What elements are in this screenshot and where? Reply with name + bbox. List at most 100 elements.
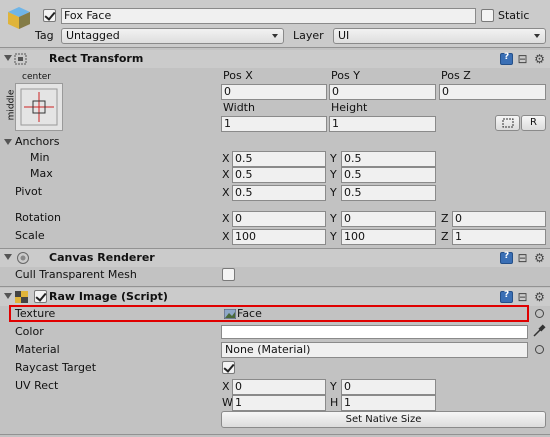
pos-y-field[interactable]: 0 xyxy=(329,84,436,100)
active-checkbox[interactable] xyxy=(43,9,56,22)
uv-h-label: H xyxy=(330,396,339,409)
static-checkbox[interactable] xyxy=(481,9,494,22)
layer-dropdown-value: UI xyxy=(338,29,350,42)
pos-z-field[interactable]: 0 xyxy=(439,84,546,100)
height-label: Height xyxy=(331,101,368,114)
material-field[interactable]: None (Material) xyxy=(221,342,528,358)
cull-transparent-mesh-checkbox[interactable] xyxy=(222,268,235,281)
tag-dropdown[interactable]: Untagged xyxy=(61,28,284,44)
pivot-y-field[interactable]: 0.5 xyxy=(341,185,436,201)
max-x-label: X xyxy=(222,168,230,181)
max-y-field[interactable]: 0.5 xyxy=(341,167,436,183)
pivot-label: Pivot xyxy=(15,185,43,198)
canvas-renderer-header[interactable]: Canvas Renderer ⊟ ⚙ xyxy=(0,249,550,267)
rect-transform-title: Rect Transform xyxy=(49,52,144,65)
settings-gear-icon[interactable]: ⚙ xyxy=(533,252,546,264)
help-book-icon[interactable] xyxy=(500,290,513,303)
raycast-target-label: Raycast Target xyxy=(15,361,97,374)
preset-icon[interactable]: ⊟ xyxy=(516,53,529,65)
scale-y-label: Y xyxy=(330,230,337,243)
min-x-label: X xyxy=(222,152,230,165)
object-picker-icon[interactable] xyxy=(535,345,544,354)
raw-image-icon xyxy=(15,291,28,303)
preset-icon[interactable]: ⊟ xyxy=(516,252,529,264)
raw-edit-button[interactable]: R xyxy=(521,115,546,131)
pos-y-label: Pos Y xyxy=(331,69,360,82)
texture-label: Texture xyxy=(15,307,56,320)
scale-z-field[interactable]: 1 xyxy=(452,229,546,245)
blueprint-icon xyxy=(502,118,513,128)
gameobject-header: Fox Face Static Tag Untagged Layer UI xyxy=(0,0,550,47)
anchor-top-label: center xyxy=(22,72,51,82)
max-x-field[interactable]: 0.5 xyxy=(232,167,326,183)
min-y-field[interactable]: 0.5 xyxy=(341,151,436,167)
uv-rect-label: UV Rect xyxy=(15,379,59,392)
min-x-field[interactable]: 0.5 xyxy=(232,151,326,167)
rotation-x-label: X xyxy=(222,212,230,225)
min-y-label: Y xyxy=(330,152,337,165)
anchors-label: Anchors xyxy=(15,135,60,148)
foldout-arrow-icon[interactable] xyxy=(4,254,12,260)
layer-label: Layer xyxy=(293,29,324,42)
pos-x-field[interactable]: 0 xyxy=(221,84,327,100)
texture-asset-icon xyxy=(224,309,236,319)
max-label: Max xyxy=(30,167,53,180)
preset-icon[interactable]: ⊟ xyxy=(516,291,529,303)
scale-z-label: Z xyxy=(441,230,449,243)
raycast-target-checkbox[interactable] xyxy=(222,361,235,374)
raw-image-header[interactable]: Raw Image (Script) ⊟ ⚙ xyxy=(0,288,550,306)
uv-x-field[interactable]: 0 xyxy=(232,379,326,395)
foldout-arrow-icon[interactable] xyxy=(4,293,12,299)
uv-y-field[interactable]: 0 xyxy=(341,379,436,395)
eyedropper-icon[interactable] xyxy=(532,324,546,338)
help-book-icon[interactable] xyxy=(500,52,513,65)
raw-image-title: Raw Image (Script) xyxy=(49,290,168,303)
raw-image-enabled-checkbox[interactable] xyxy=(34,290,47,303)
tag-label: Tag xyxy=(35,29,54,42)
set-native-size-button[interactable]: Set Native Size xyxy=(221,411,546,428)
pivot-x-field[interactable]: 0.5 xyxy=(232,185,326,201)
pos-x-label: Pos X xyxy=(223,69,253,82)
name-field[interactable]: Fox Face xyxy=(61,8,476,24)
min-label: Min xyxy=(30,151,50,164)
uv-x-label: X xyxy=(222,380,230,393)
scale-y-field[interactable]: 100 xyxy=(341,229,436,245)
foldout-arrow-icon[interactable] xyxy=(4,55,12,61)
layer-dropdown[interactable]: UI xyxy=(333,28,546,44)
scale-x-label: X xyxy=(222,230,230,243)
anchor-presets-button[interactable] xyxy=(15,83,63,131)
height-field[interactable]: 1 xyxy=(329,116,436,132)
canvas-renderer-title: Canvas Renderer xyxy=(49,251,155,264)
rotation-x-field[interactable]: 0 xyxy=(232,211,326,227)
settings-gear-icon[interactable]: ⚙ xyxy=(533,53,546,65)
tag-dropdown-value: Untagged xyxy=(66,29,120,42)
material-label: Material xyxy=(15,343,60,356)
texture-value: Face xyxy=(237,307,262,320)
chevron-down-icon xyxy=(272,34,278,38)
cull-transparent-mesh-label: Cull Transparent Mesh xyxy=(15,268,137,281)
pivot-y-label: Y xyxy=(330,186,337,199)
rotation-z-label: Z xyxy=(441,212,449,225)
anchors-foldout-icon[interactable] xyxy=(4,139,12,145)
uv-h-field[interactable]: 1 xyxy=(341,395,436,411)
settings-gear-icon[interactable]: ⚙ xyxy=(533,291,546,303)
rotation-y-field[interactable]: 0 xyxy=(341,211,436,227)
rect-transform-header[interactable]: Rect Transform ⊟ ⚙ xyxy=(0,50,550,68)
pivot-x-label: X xyxy=(222,186,230,199)
texture-field[interactable]: Face xyxy=(222,307,525,321)
scale-x-field[interactable]: 100 xyxy=(232,229,326,245)
rotation-label: Rotation xyxy=(15,211,62,224)
blueprint-mode-button[interactable] xyxy=(495,115,520,131)
uv-y-label: Y xyxy=(330,380,337,393)
uv-w-field[interactable]: 1 xyxy=(232,395,326,411)
canvas-renderer-icon xyxy=(17,252,29,264)
rotation-z-field[interactable]: 0 xyxy=(452,211,546,227)
width-label: Width xyxy=(223,101,255,114)
width-field[interactable]: 1 xyxy=(221,116,327,132)
object-picker-icon[interactable] xyxy=(535,309,544,318)
anchor-preset-icon xyxy=(20,88,58,126)
pos-z-label: Pos Z xyxy=(441,69,471,82)
help-book-icon[interactable] xyxy=(500,251,513,264)
color-field[interactable] xyxy=(221,325,528,339)
static-label: Static xyxy=(498,9,530,22)
